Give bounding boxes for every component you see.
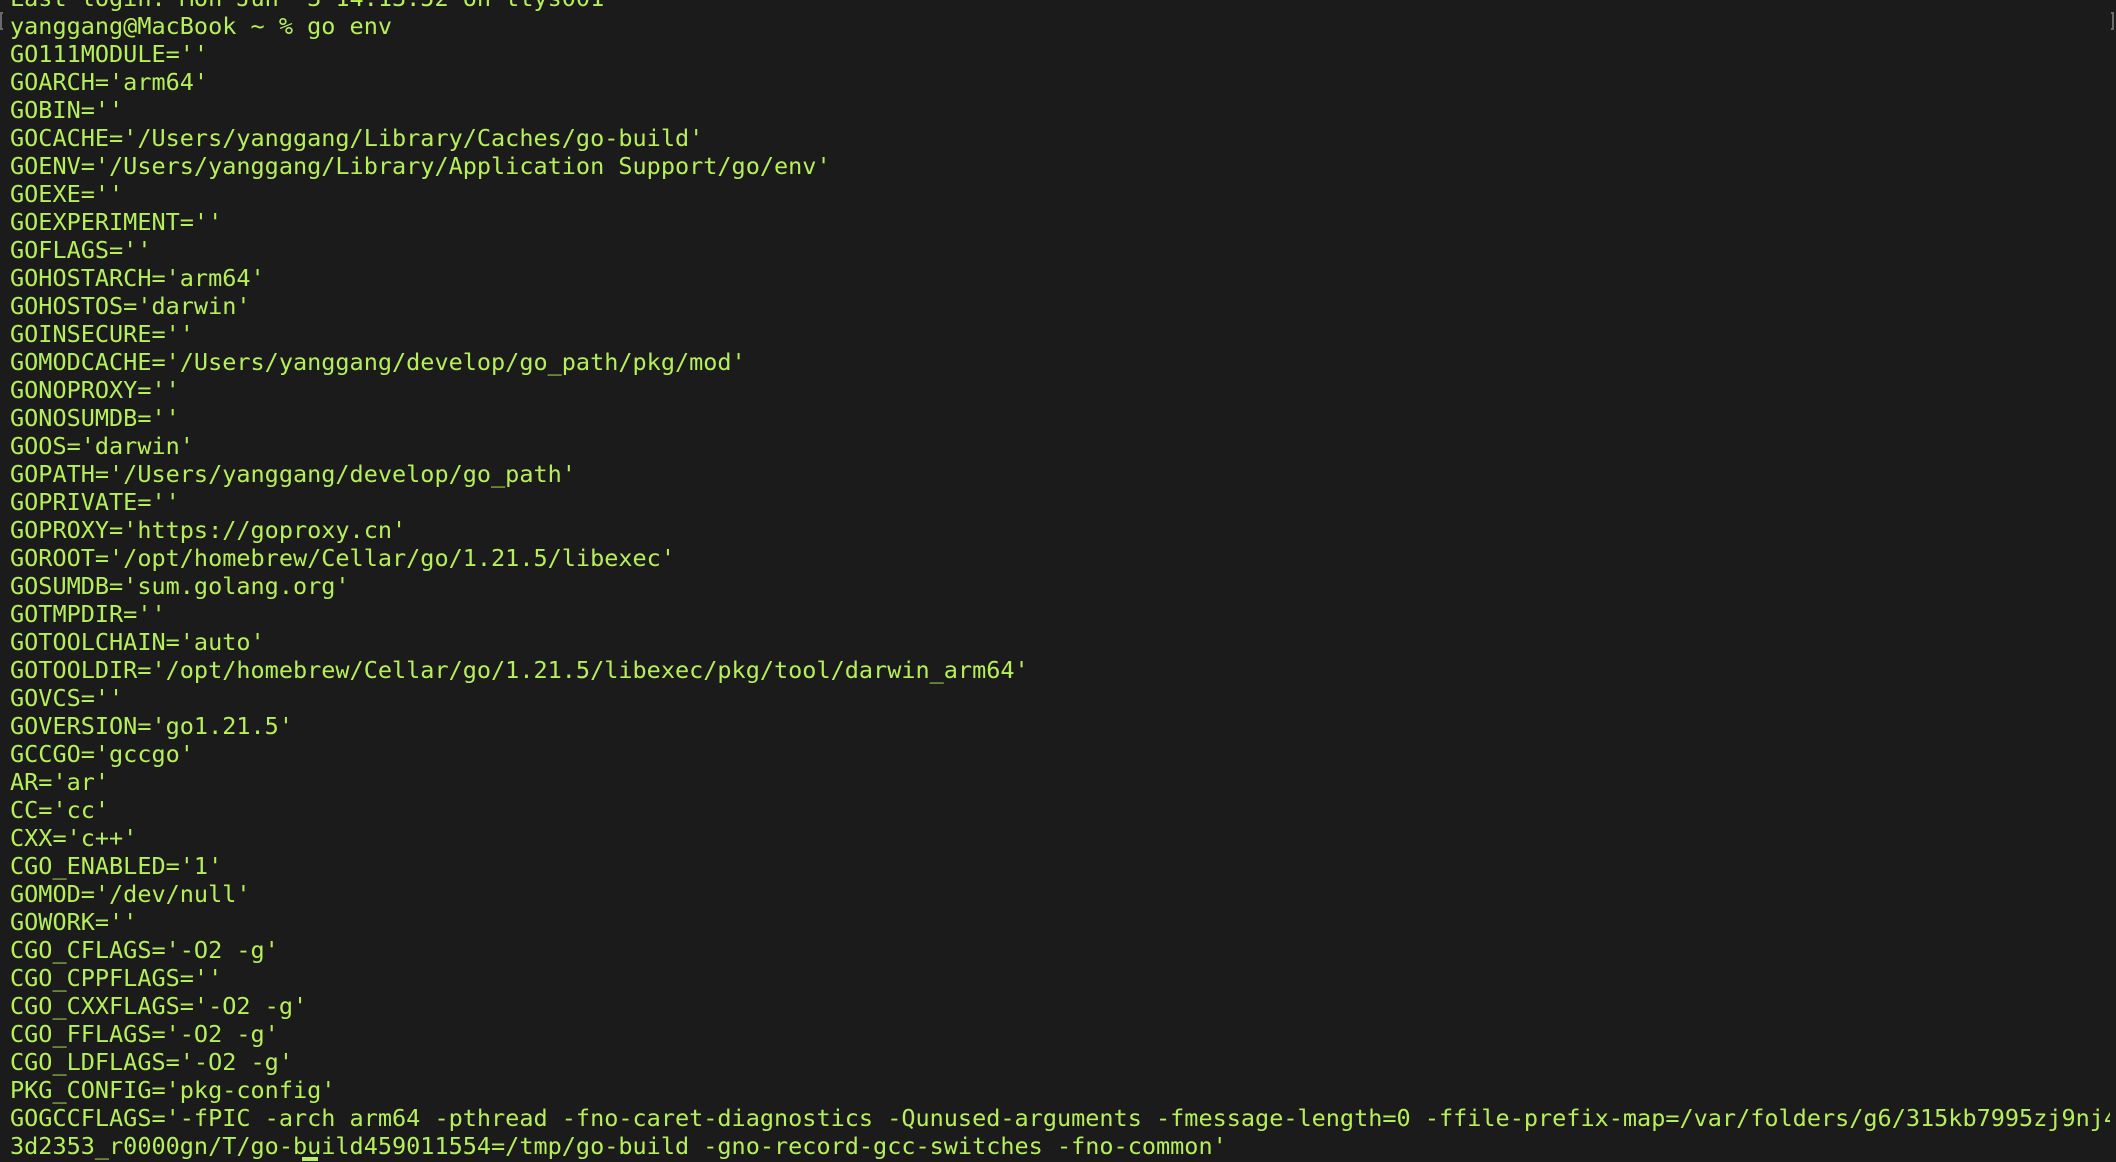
env-line: GOVERSION='go1.21.5' xyxy=(10,712,293,740)
env-line: GCCGO='gccgo' xyxy=(10,740,194,768)
terminal-window[interactable]: Last login: Mon Jun 3 14:13:52 on ttys00… xyxy=(0,0,2116,1162)
env-line: GOSUMDB='sum.golang.org' xyxy=(10,572,350,600)
terminal-output: Last login: Mon Jun 3 14:13:52 on ttys00… xyxy=(10,0,2110,1160)
env-line: GOEXE='' xyxy=(10,180,124,208)
command-prompt-line: yanggang@MacBook ~ % go env xyxy=(10,12,393,40)
env-line: CGO_LDFLAGS='-O2 -g' xyxy=(10,1048,293,1076)
env-line: GOENV='/Users/yanggang/Library/Applicati… xyxy=(10,152,831,180)
env-line: GOOS='darwin' xyxy=(10,432,194,460)
env-line: GOEXPERIMENT='' xyxy=(10,208,223,236)
env-line: GOHOSTARCH='arm64' xyxy=(10,264,265,292)
env-line: CGO_CXXFLAGS='-O2 -g' xyxy=(10,992,308,1020)
env-line: CC='cc' xyxy=(10,796,110,824)
env-line: GOCACHE='/Users/yanggang/Library/Caches/… xyxy=(10,124,704,152)
env-line: CGO_ENABLED='1' xyxy=(10,852,223,880)
env-line: GOTMPDIR='' xyxy=(10,600,166,628)
env-line: GOWORK='' xyxy=(10,908,138,936)
env-line: GOPATH='/Users/yanggang/develop/go_path' xyxy=(10,460,576,488)
selection-bracket-left xyxy=(0,12,3,30)
env-line: GOROOT='/opt/homebrew/Cellar/go/1.21.5/l… xyxy=(10,544,675,572)
env-line: AR='ar' xyxy=(10,768,110,796)
env-line: GOPROXY='https://goproxy.cn' xyxy=(10,516,407,544)
env-line: CGO_FFLAGS='-O2 -g' xyxy=(10,1020,279,1048)
text-cursor xyxy=(302,1157,318,1161)
selection-bracket-right xyxy=(2111,12,2114,30)
env-line: GOGCCFLAGS='-fPIC -arch arm64 -pthread -… xyxy=(10,1104,2110,1132)
env-line: GOFLAGS='' xyxy=(10,236,152,264)
env-line: GOARCH='arm64' xyxy=(10,68,209,96)
env-line-wrapped: 3d2353_r0000gn/T/go-build459011554=/tmp/… xyxy=(10,1132,1227,1160)
env-line: GOPRIVATE='' xyxy=(10,488,180,516)
env-line: GONOPROXY='' xyxy=(10,376,180,404)
env-line: CGO_CFLAGS='-O2 -g' xyxy=(10,936,279,964)
env-line: GOHOSTOS='darwin' xyxy=(10,292,251,320)
env-line: GOINSECURE='' xyxy=(10,320,194,348)
env-line: GOMOD='/dev/null' xyxy=(10,880,251,908)
env-line: GONOSUMDB='' xyxy=(10,404,180,432)
env-line: CXX='c++' xyxy=(10,824,138,852)
env-line: PKG_CONFIG='pkg-config' xyxy=(10,1076,336,1104)
env-line: GO111MODULE='' xyxy=(10,40,209,68)
last-login-line: Last login: Mon Jun 3 14:13:52 on ttys00… xyxy=(10,0,2110,12)
env-line: GOTOOLDIR='/opt/homebrew/Cellar/go/1.21.… xyxy=(10,656,1029,684)
env-line: GOTOOLCHAIN='auto' xyxy=(10,628,265,656)
env-line: GOBIN='' xyxy=(10,96,124,124)
env-line: GOVCS='' xyxy=(10,684,124,712)
env-line: CGO_CPPFLAGS='' xyxy=(10,964,223,992)
env-line: GOMODCACHE='/Users/yanggang/develop/go_p… xyxy=(10,348,746,376)
